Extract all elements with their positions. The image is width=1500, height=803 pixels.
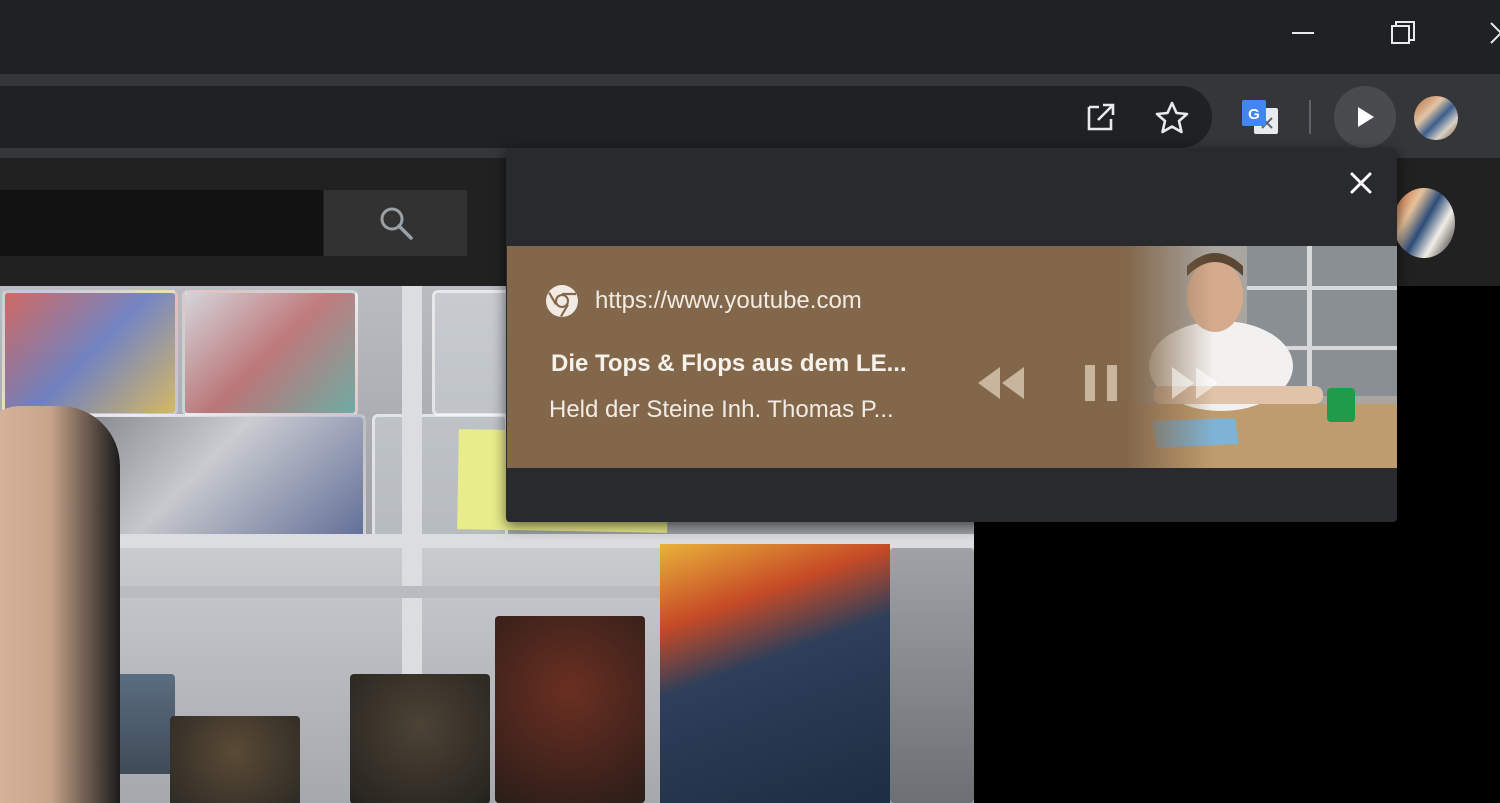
media-item-card[interactable]: https://www.youtube.com Die Tops & Flops… [507,246,1397,468]
storage-bin [182,290,358,416]
translate-button[interactable]: G [1238,96,1282,140]
toolbar-separator [1309,100,1311,134]
lego-set-box [660,544,890,803]
bookmark-button[interactable] [1150,96,1194,140]
popup-close-button[interactable] [1344,166,1378,200]
previous-button[interactable] [973,358,1029,408]
open-in-tab-icon [1087,103,1115,131]
browser-toolbar: G [0,74,1500,158]
search-button[interactable] [324,190,467,256]
close-window-button[interactable] [1478,10,1500,56]
video-thumbnail [1127,246,1397,468]
profile-avatar[interactable] [1414,96,1458,140]
media-control-button[interactable] [1334,86,1396,148]
play-icon [1358,107,1374,127]
poster [890,548,974,803]
storage-bin [2,290,178,416]
shelf-board [60,586,660,598]
media-title: Die Tops & Flops aus dem LE... [551,350,907,377]
lego-tree [495,616,645,803]
rewind-icon [978,367,1024,399]
media-source-url: https://www.youtube.com [595,287,862,314]
google-translate-icon: G [1242,100,1278,134]
search-input[interactable] [0,190,323,256]
restore-button[interactable] [1380,10,1426,56]
next-button[interactable] [1167,358,1223,408]
fast-forward-icon [1172,367,1218,399]
avatar[interactable] [1393,188,1455,258]
minimize-button[interactable] [1280,10,1326,56]
svg-text:G: G [1248,106,1260,123]
pause-icon [1085,365,1117,401]
title-bar [0,0,1500,74]
chrome-icon [546,285,578,318]
close-icon [1350,172,1372,194]
address-bar[interactable] [0,86,1212,148]
media-artist: Held der Steine Inh. Thomas P... [549,396,894,423]
pause-button[interactable] [1073,358,1129,408]
browser-window: G https://www.youtube.com Die Tops & Flo… [0,0,1500,803]
media-controls-popup: https://www.youtube.com Die Tops & Flops… [506,148,1397,522]
close-icon [1490,22,1500,44]
minimize-icon [1292,32,1314,34]
search-icon [380,207,413,240]
open-in-tab-button[interactable] [1080,96,1122,138]
lego-tree [170,716,300,803]
restore-icon [1391,21,1415,44]
person [0,406,120,803]
star-icon [1155,101,1189,134]
lego-tree [350,674,490,803]
